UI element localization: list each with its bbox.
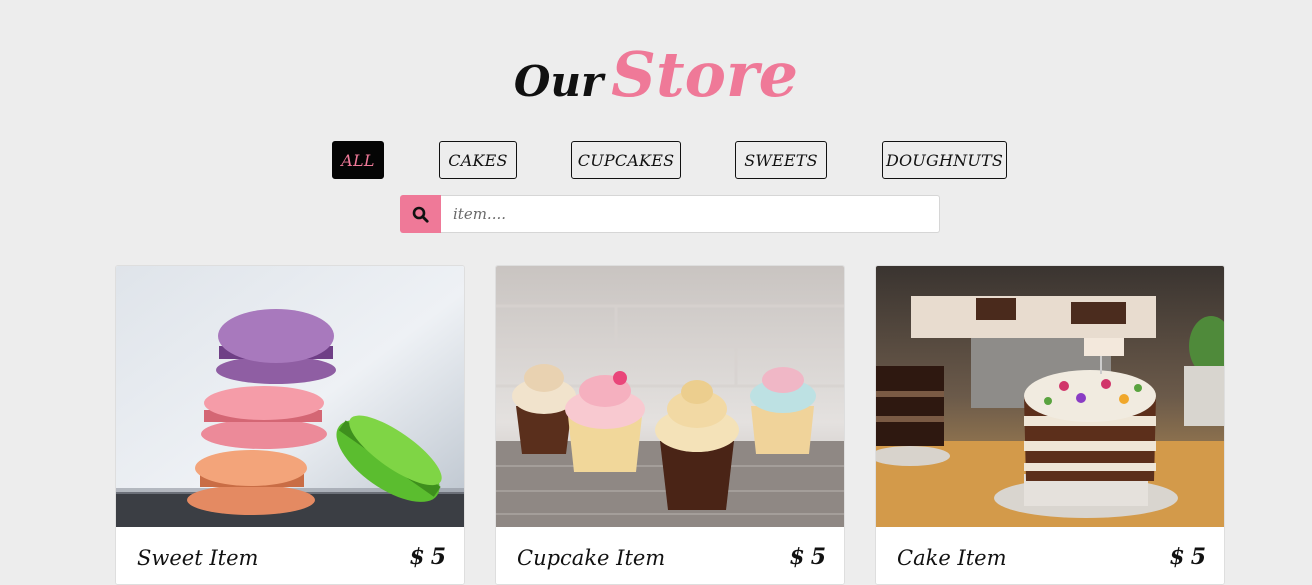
price-value: 5 xyxy=(1190,544,1206,570)
currency-symbol: $ xyxy=(789,544,805,570)
product-price: $5 xyxy=(409,544,446,570)
filter-cupcakes-button[interactable]: CUPCAKES xyxy=(571,141,681,179)
search-button[interactable] xyxy=(400,195,441,233)
product-card[interactable]: Sweet Item $5 xyxy=(115,265,465,585)
search-input[interactable] xyxy=(441,195,940,233)
product-name: Cupcake Item xyxy=(517,546,666,570)
search-bar xyxy=(400,195,940,233)
product-price: $5 xyxy=(789,544,826,570)
heading-word-store: Store xyxy=(611,38,799,111)
macarons-photo xyxy=(116,266,464,527)
cake-photo xyxy=(876,266,1224,527)
filter-button-group: ALL CAKES CUPCAKES SWEETS DOUGHNUTS xyxy=(0,141,1312,179)
filter-doughnuts-button[interactable]: DOUGHNUTS xyxy=(882,141,1007,179)
filter-cakes-button[interactable]: CAKES xyxy=(439,141,517,179)
currency-symbol: $ xyxy=(1169,544,1185,570)
filter-all-button[interactable]: ALL xyxy=(332,141,384,179)
price-value: 5 xyxy=(430,544,446,570)
product-card[interactable]: Cake Item $5 xyxy=(875,265,1225,585)
card-footer: Sweet Item $5 xyxy=(116,527,464,584)
search-icon xyxy=(412,206,429,223)
cupcakes-photo xyxy=(496,266,844,527)
product-price: $5 xyxy=(1169,544,1206,570)
card-footer: Cake Item $5 xyxy=(876,527,1224,584)
product-card[interactable]: Cupcake Item $5 xyxy=(495,265,845,585)
store-heading: Our Store xyxy=(0,44,1312,106)
currency-symbol: $ xyxy=(409,544,425,570)
filter-sweets-button[interactable]: SWEETS xyxy=(735,141,827,179)
product-name: Sweet Item xyxy=(137,546,259,570)
product-name: Cake Item xyxy=(897,546,1007,570)
price-value: 5 xyxy=(810,544,826,570)
heading-word-our: Our xyxy=(513,57,604,106)
card-footer: Cupcake Item $5 xyxy=(496,527,844,584)
